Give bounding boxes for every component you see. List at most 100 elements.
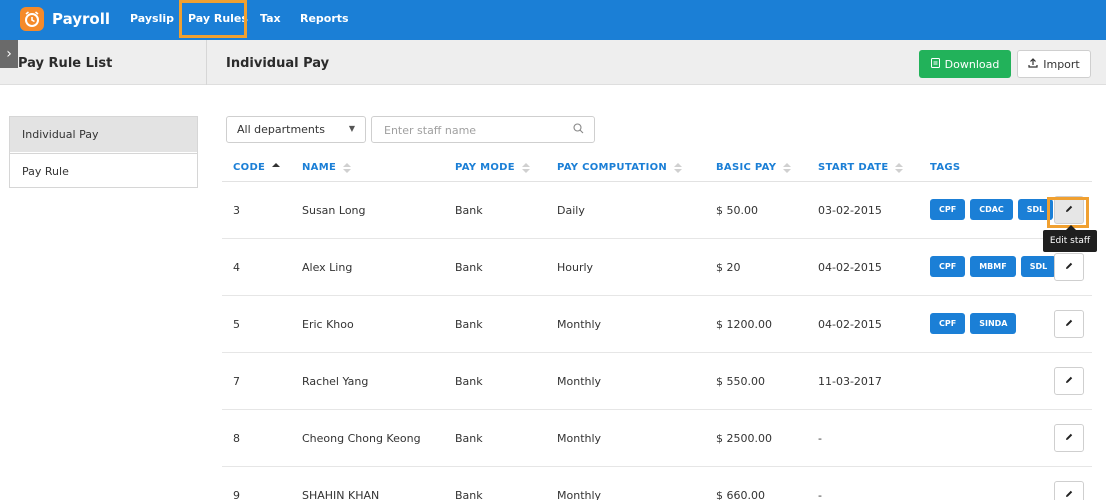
nav-tax[interactable]: Tax <box>260 12 281 25</box>
column-header-basic-pay[interactable]: BASIC PAY <box>716 162 792 173</box>
cell-basic-pay: $ 550.00 <box>716 375 765 388</box>
cell-computation: Monthly <box>557 375 602 388</box>
caret-down-icon: ▼ <box>348 124 355 133</box>
cell-name: Cheong Chong Keong <box>302 432 421 445</box>
cell-computation: Monthly <box>557 489 602 500</box>
pencil-icon <box>1064 375 1074 388</box>
column-header-code[interactable]: CODE <box>233 162 281 173</box>
cell-pay-mode: Bank <box>455 318 483 331</box>
cell-start-date: 11-03-2017 <box>818 375 882 388</box>
cell-code: 3 <box>233 204 240 217</box>
cell-basic-pay: $ 660.00 <box>716 489 765 500</box>
cell-start-date: 04-02-2015 <box>818 261 882 274</box>
department-value: All departments <box>237 123 325 136</box>
sidebar-item-label: Pay Rule <box>22 164 69 178</box>
import-label: Import <box>1043 57 1080 71</box>
column-header-pay-computation[interactable]: PAY COMPUTATION <box>557 162 683 173</box>
sort-icon <box>521 162 530 173</box>
sidebar-toggle[interactable]: › <box>0 40 18 68</box>
pencil-icon <box>1064 318 1074 331</box>
edit-staff-tooltip: Edit staff <box>1043 225 1097 252</box>
top-navbar: Payroll Payslip Pay Rules Tax Reports <box>0 0 1106 40</box>
nav-payslip[interactable]: Payslip <box>130 12 174 25</box>
cell-computation: Monthly <box>557 318 602 331</box>
edit-staff-button[interactable] <box>1054 253 1084 281</box>
edit-staff-button[interactable] <box>1054 481 1084 500</box>
tag-list: CPF CDAC SDL <box>930 199 1058 220</box>
pay-rule-list: Individual Pay Pay Rule <box>9 116 198 188</box>
tag-list: CPF SINDA <box>930 313 1021 334</box>
column-header-pay-mode[interactable]: PAY MODE <box>455 162 530 173</box>
department-select[interactable]: All departments ▼ <box>226 116 366 143</box>
cell-name: Susan Long <box>302 204 366 217</box>
tag-badge: CDAC <box>970 199 1013 220</box>
active-nav-highlight <box>179 0 247 38</box>
pencil-icon <box>1064 261 1074 274</box>
cell-code: 7 <box>233 375 240 388</box>
cell-pay-mode: Bank <box>455 432 483 445</box>
tag-badge: CPF <box>930 313 966 334</box>
download-label: Download <box>944 57 1000 71</box>
upload-icon <box>1028 57 1038 71</box>
staff-name-input[interactable] <box>384 122 564 138</box>
tag-badge: SDL <box>1020 256 1057 277</box>
cell-computation: Monthly <box>557 432 602 445</box>
cell-basic-pay: $ 20 <box>716 261 741 274</box>
tag-badge: CPF <box>930 256 966 277</box>
cell-computation: Hourly <box>557 261 594 274</box>
sort-icon <box>343 162 352 173</box>
import-button[interactable]: Import <box>1017 50 1091 78</box>
download-button[interactable]: Download <box>919 50 1011 78</box>
table-row: 4 Alex Ling Bank Hourly $ 20 04-02-2015 CPF MBM… <box>222 239 1092 296</box>
table-row: 8 Cheong Chong Keong Bank Monthly $ 2500.00 - <box>222 410 1092 467</box>
edit-staff-button[interactable] <box>1054 424 1084 452</box>
page-title: Individual Pay <box>226 56 330 71</box>
cell-name: Alex Ling <box>302 261 353 274</box>
cell-code: 4 <box>233 261 240 274</box>
edit-staff-button[interactable] <box>1054 367 1084 395</box>
cell-basic-pay: $ 50.00 <box>716 204 758 217</box>
sort-icon <box>895 162 904 173</box>
column-header-start-date[interactable]: START DATE <box>818 162 904 173</box>
cell-basic-pay: $ 1200.00 <box>716 318 772 331</box>
cell-code: 5 <box>233 318 240 331</box>
edit-staff-button[interactable] <box>1054 310 1084 338</box>
tag-badge: MBMF <box>970 256 1016 277</box>
nav-reports[interactable]: Reports <box>300 12 349 25</box>
edit-button-highlight <box>1047 197 1089 228</box>
header-divider <box>206 40 207 85</box>
search-icon <box>573 123 584 137</box>
staff-search-field[interactable] <box>371 116 595 143</box>
cell-code: 8 <box>233 432 240 445</box>
cell-pay-mode: Bank <box>455 261 483 274</box>
payroll-logo-icon <box>20 7 44 31</box>
cell-pay-mode: Bank <box>455 489 483 500</box>
file-icon <box>930 57 940 71</box>
cell-start-date: - <box>818 432 822 445</box>
sidebar-item-label: Individual Pay <box>22 128 99 141</box>
sidebar-item-pay-rule[interactable]: Pay Rule <box>10 153 197 188</box>
cell-computation: Daily <box>557 204 585 217</box>
sidebar-item-individual-pay[interactable]: Individual Pay <box>10 117 197 152</box>
cell-name: Eric Khoo <box>302 318 354 331</box>
table-row: 5 Eric Khoo Bank Monthly $ 1200.00 04-02-2015… <box>222 296 1092 353</box>
cell-name: SHAHIN KHAN <box>302 489 380 500</box>
brand[interactable]: Payroll <box>20 6 110 32</box>
list-title: Pay Rule List <box>18 56 113 71</box>
column-header-name[interactable]: NAME <box>302 162 352 173</box>
table-header: CODE NAME PAY MODE PAY COMPUTATION BASIC… <box>222 152 1092 182</box>
table-row: 7 Rachel Yang Bank Monthly $ 550.00 11-03-201… <box>222 353 1092 410</box>
cell-pay-mode: Bank <box>455 375 483 388</box>
pencil-icon <box>1064 432 1074 445</box>
cell-pay-mode: Bank <box>455 204 483 217</box>
cell-name: Rachel Yang <box>302 375 369 388</box>
tag-list: CPF MBMF SDL <box>930 256 1061 277</box>
tag-badge: SINDA <box>970 313 1017 334</box>
pencil-icon <box>1064 489 1074 500</box>
column-header-tags: TAGS <box>930 162 961 173</box>
sort-icon <box>783 162 792 173</box>
cell-start-date: 04-02-2015 <box>818 318 882 331</box>
table-row: 3 Susan Long Bank Daily $ 50.00 03-02-2015 CPF… <box>222 182 1092 239</box>
sort-icon <box>674 162 683 173</box>
brand-name: Payroll <box>52 10 111 28</box>
